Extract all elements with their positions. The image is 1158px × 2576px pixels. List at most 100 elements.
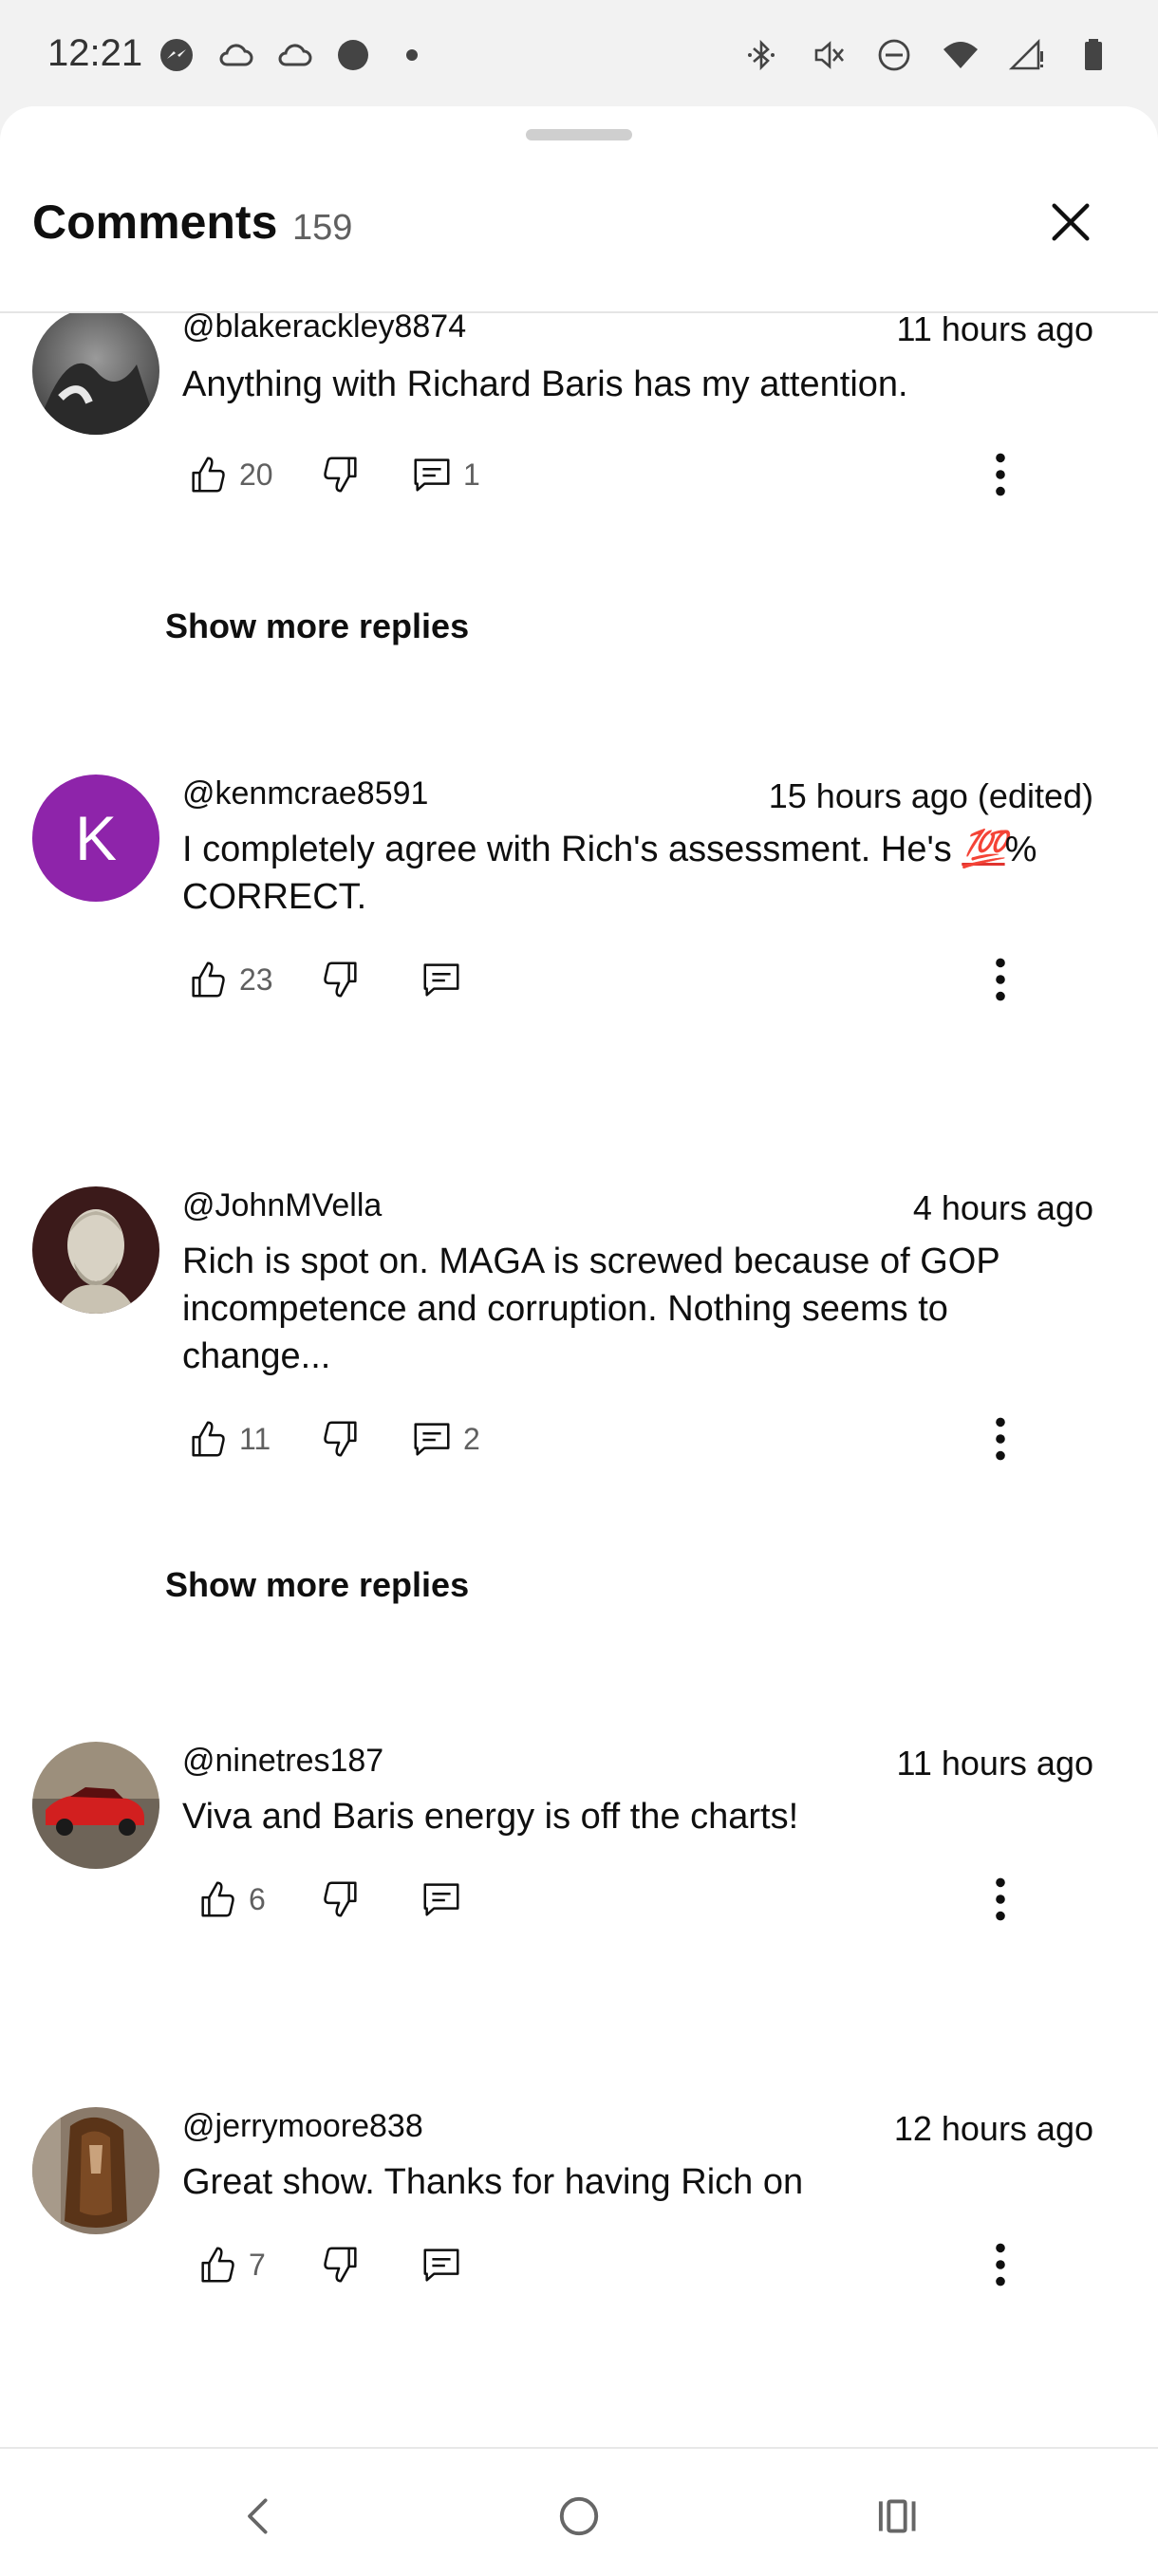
back-button[interactable]: [226, 2483, 292, 2549]
recents-button[interactable]: [864, 2483, 930, 2549]
thumbs-down-icon: [324, 961, 357, 998]
drag-handle[interactable]: [526, 129, 632, 140]
more-vertical-icon: [996, 958, 1005, 1001]
like-count: 7: [249, 2247, 266, 2282]
avatar[interactable]: [32, 1186, 159, 1314]
dislike-button[interactable]: [319, 951, 363, 1008]
comment-text: Anything with Richard Baris has my atten…: [182, 364, 908, 404]
thumbs-up-icon: [201, 1881, 234, 1917]
more-vertical-icon: [996, 453, 1005, 496]
like-button[interactable]: 20: [186, 446, 273, 503]
reply-icon: [423, 963, 459, 997]
comment-time: 12 hours ago: [893, 2109, 1093, 2148]
close-button[interactable]: [1042, 194, 1099, 251]
home-button[interactable]: [546, 2483, 612, 2549]
reply-button[interactable]: [420, 2236, 463, 2293]
comment-time: 11 hours ago: [896, 1744, 1094, 1783]
more-options-button[interactable]: [981, 442, 1019, 507]
comment-actions: 7: [186, 2236, 1097, 2293]
avatar[interactable]: K: [32, 775, 159, 902]
status-right-icons: [742, 34, 1112, 76]
comment-time: 4 hours ago: [912, 1188, 1093, 1227]
reply-button[interactable]: [420, 1871, 463, 1928]
comment-author[interactable]: @jerrymoore838: [182, 2107, 423, 2145]
status-left-icons: [158, 34, 431, 76]
thumbs-down-icon: [324, 1421, 357, 1457]
dislike-button[interactable]: [319, 1871, 363, 1928]
dot-filled-icon: [334, 36, 372, 74]
reply-icon: [414, 458, 450, 492]
battery-icon: [1074, 36, 1112, 74]
like-count: 11: [239, 1421, 271, 1456]
comment-text: I completely agree with Rich's assessmen…: [182, 826, 1055, 921]
more-options-button[interactable]: [981, 947, 1019, 1012]
comment-count: 159: [292, 208, 353, 248]
recents-icon: [878, 2499, 916, 2533]
comment-text-part: I completely agree with Rich's assessmen…: [182, 830, 962, 869]
reply-icon: [423, 2249, 459, 2282]
wifi-icon: [942, 36, 980, 74]
thumbs-down-icon: [324, 1881, 357, 1917]
comment-time: 11 hours ago: [896, 313, 1094, 348]
more-options-button[interactable]: [981, 2232, 1019, 2297]
comment-time: 15 hours ago (edited): [768, 776, 1093, 815]
small-dot-icon: [393, 36, 431, 74]
comment-author[interactable]: @JohnMVella: [182, 1186, 382, 1224]
avatar[interactable]: [32, 1742, 159, 1869]
more-options-button[interactable]: [981, 1867, 1019, 1932]
comment-actions: 20 1: [186, 446, 1097, 503]
like-button[interactable]: 11: [186, 1410, 271, 1467]
comment-actions: 6: [186, 1871, 1097, 1928]
show-more-replies-button[interactable]: Show more replies: [165, 606, 469, 647]
thumbs-up-icon: [201, 2247, 234, 2283]
cloud-icon: [216, 36, 254, 74]
avatar-letter: K: [74, 803, 118, 873]
dislike-button[interactable]: [319, 446, 363, 503]
like-button[interactable]: 23: [186, 951, 273, 1008]
comment-author[interactable]: @kenmcrae8591: [182, 775, 428, 812]
avatar[interactable]: [32, 313, 159, 435]
reply-icon: [423, 1883, 459, 1916]
thumbs-up-icon: [192, 457, 225, 493]
thumbs-up-icon: [192, 1421, 225, 1457]
vibrate-mute-icon: [809, 36, 847, 74]
dislike-button[interactable]: [319, 1410, 363, 1467]
reply-icon: [414, 1423, 450, 1456]
dislike-button[interactable]: [319, 2236, 363, 2293]
like-button[interactable]: 6: [196, 1871, 266, 1928]
comment-author[interactable]: @blakerackley8874: [182, 313, 466, 345]
reply-button[interactable]: 2: [410, 1410, 480, 1467]
bluetooth-icon: [742, 36, 780, 74]
signal-icon: [1008, 36, 1046, 74]
hundred-points-emoji: 💯: [962, 830, 1006, 869]
system-nav-bar: [0, 2447, 1158, 2576]
more-vertical-icon: [996, 1877, 1005, 1921]
reply-button[interactable]: [420, 951, 463, 1008]
reply-count: 1: [463, 457, 480, 492]
show-more-replies-button[interactable]: Show more replies: [165, 1564, 469, 1606]
comments-sheet: Comments 159 @blakerackley8874 11 hours …: [0, 106, 1158, 2447]
like-button[interactable]: 7: [196, 2236, 266, 2293]
more-options-button[interactable]: [981, 1407, 1019, 1471]
thumbs-down-icon: [324, 2247, 357, 2283]
avatar[interactable]: [32, 2107, 159, 2234]
home-icon: [559, 2496, 599, 2536]
status-bar: 12:21: [0, 0, 1158, 106]
messenger-icon: [158, 36, 196, 74]
comment-text: Great show. Thanks for having Rich on: [182, 2162, 804, 2202]
comments-header: Comments 159: [0, 192, 1158, 298]
thumbs-down-icon: [324, 457, 357, 493]
comment-author[interactable]: @ninetres187: [182, 1742, 383, 1780]
thumbs-up-icon: [192, 961, 225, 998]
more-vertical-icon: [996, 1417, 1005, 1461]
comment-text: Viva and Baris energy is off the charts!: [182, 1797, 799, 1837]
reply-button[interactable]: 1: [410, 446, 480, 503]
like-count: 6: [249, 1881, 266, 1916]
more-vertical-icon: [996, 2243, 1005, 2287]
comment-actions: 11 2: [186, 1410, 1097, 1467]
comment-text: Rich is spot on. MAGA is screwed because…: [182, 1241, 1000, 1376]
reply-count: 2: [463, 1421, 480, 1456]
status-time: 12:21: [47, 32, 143, 74]
page-title: Comments: [32, 196, 278, 249]
comment-list[interactable]: @blakerackley8874 11 hours ago Anything …: [0, 313, 1158, 2439]
